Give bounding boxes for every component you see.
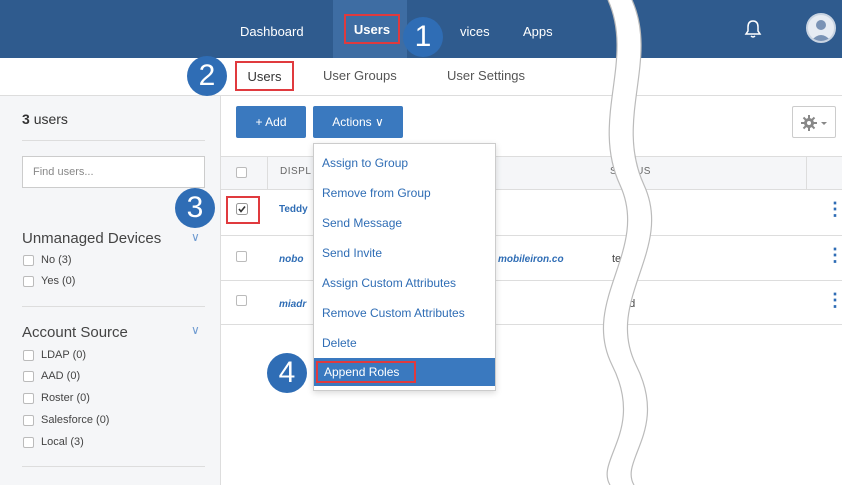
row-checkbox[interactable] <box>236 295 247 306</box>
nav-apps[interactable]: Apps <box>523 0 553 58</box>
divider <box>22 140 205 141</box>
menu-send-invite[interactable]: Send Invite <box>322 246 382 260</box>
divider <box>22 466 205 467</box>
menu-assign-custom-attributes[interactable]: Assign Custom Attributes <box>322 276 456 290</box>
account-source-title[interactable]: Account Source <box>22 324 128 341</box>
settings-dropdown-button[interactable] <box>792 106 836 138</box>
option-salesforce: Salesforce (0) <box>41 414 110 426</box>
tab-user-settings[interactable]: User Settings <box>447 68 525 83</box>
row-menu-icon[interactable]: ⋮ <box>826 290 842 311</box>
user-name-link[interactable]: nobo <box>279 254 303 265</box>
option-local: Local (3) <box>41 436 84 448</box>
actions-dropdown-button[interactable]: Actions ∨ <box>313 106 403 138</box>
select-all-checkbox[interactable] <box>236 167 247 178</box>
tab-users[interactable]: Users <box>235 61 294 91</box>
actions-menu <box>313 143 496 391</box>
screenshot-tear-divider <box>602 0 653 485</box>
users-count: 3 users <box>22 111 68 127</box>
menu-assign-to-group[interactable]: Assign to Group <box>322 156 408 170</box>
gear-icon <box>801 115 827 131</box>
checkbox-aad[interactable] <box>23 371 34 382</box>
user-name-link[interactable]: Teddy <box>279 204 308 215</box>
checkbox-salesforce[interactable] <box>23 415 34 426</box>
callout-3: 3 <box>175 188 215 228</box>
checkbox-local[interactable] <box>23 437 34 448</box>
menu-remove-custom-attributes[interactable]: Remove Custom Attributes <box>322 306 465 320</box>
tab-user-groups[interactable]: User Groups <box>323 68 397 83</box>
column-header-display-name[interactable]: DISPL <box>280 166 311 177</box>
row-checkbox[interactable] <box>236 251 247 262</box>
highlight-box-checkbox <box>226 196 260 224</box>
column-divider <box>267 156 268 190</box>
filter-sidebar <box>0 96 221 485</box>
callout-2: 2 <box>187 56 227 96</box>
option-aad: AAD (0) <box>41 370 81 382</box>
add-user-button[interactable]: + Add <box>236 106 306 138</box>
user-name-link[interactable]: miadr <box>279 299 306 310</box>
chevron-down-icon[interactable]: ∨ <box>191 230 200 244</box>
menu-send-message[interactable]: Send Message <box>322 216 402 230</box>
chevron-down-icon[interactable]: ∨ <box>191 323 200 337</box>
bell-icon[interactable] <box>744 19 762 39</box>
divider <box>22 306 205 307</box>
callout-4: 4 <box>267 353 307 393</box>
option-unmanaged-yes: Yes (0) <box>41 275 76 287</box>
users-count-label: users <box>33 111 68 127</box>
option-unmanaged-no: No (3) <box>41 254 72 266</box>
menu-delete[interactable]: Delete <box>322 336 357 350</box>
column-divider <box>806 156 807 190</box>
unmanaged-devices-title[interactable]: Unmanaged Devices <box>22 230 161 247</box>
user-avatar-icon[interactable] <box>806 13 836 43</box>
row-menu-icon[interactable]: ⋮ <box>826 199 842 220</box>
nav-users[interactable]: Users <box>344 14 400 44</box>
nav-dashboard[interactable]: Dashboard <box>240 0 304 58</box>
menu-append-roles[interactable]: Append Roles <box>316 361 416 383</box>
checkbox-roster[interactable] <box>23 393 34 404</box>
checkbox-unmanaged-no[interactable] <box>23 255 34 266</box>
menu-remove-from-group[interactable]: Remove from Group <box>322 186 431 200</box>
callout-1: 1 <box>403 17 443 57</box>
row-menu-icon[interactable]: ⋮ <box>826 245 842 266</box>
option-ldap: LDAP (0) <box>41 349 87 361</box>
find-users-input[interactable]: Find users... <box>22 156 205 188</box>
checkbox-ldap[interactable] <box>23 350 34 361</box>
checkbox-unmanaged-yes[interactable] <box>23 276 34 287</box>
users-count-number: 3 <box>22 111 30 127</box>
nav-devices[interactable]: vices <box>460 0 490 58</box>
sub-navigation <box>0 58 842 96</box>
option-roster: Roster (0) <box>41 392 90 404</box>
